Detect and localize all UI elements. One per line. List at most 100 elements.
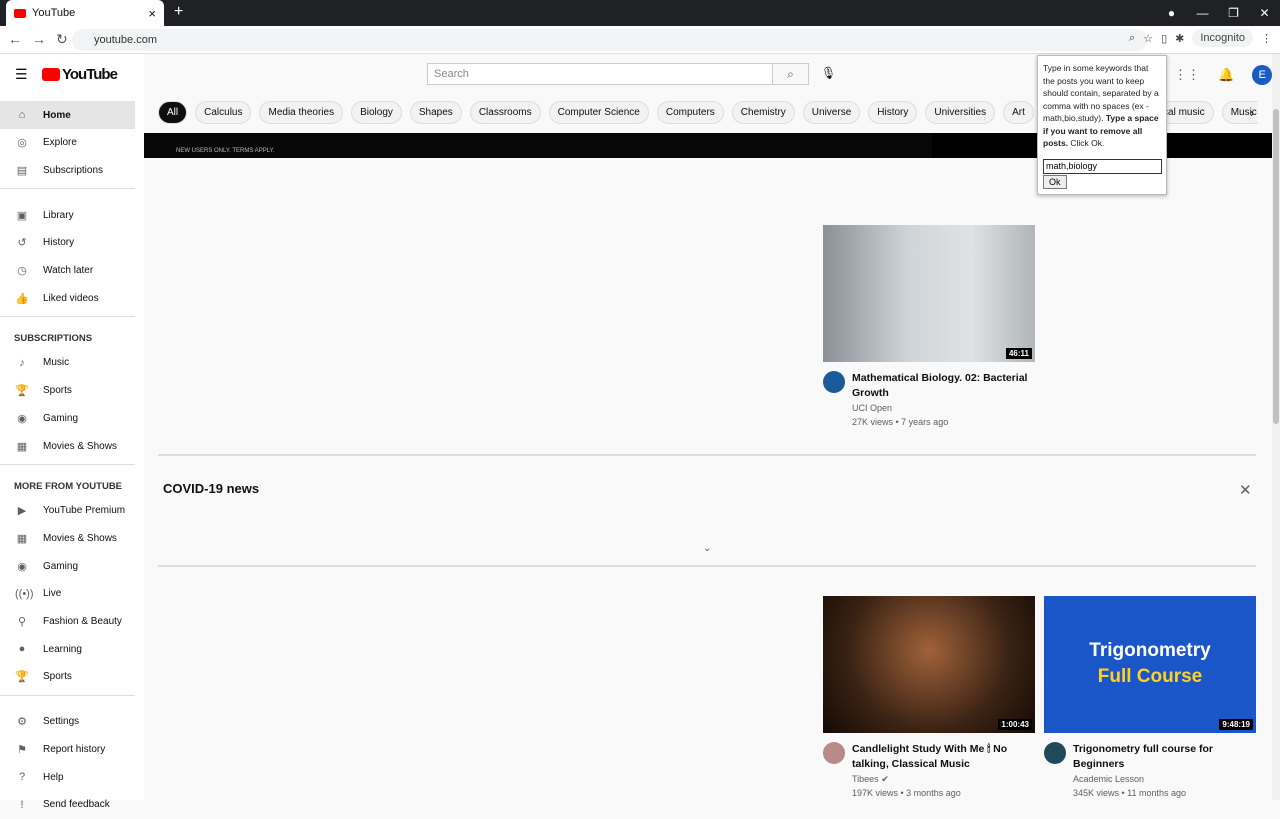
sidebar-item-learning[interactable]: ● Learning xyxy=(0,635,135,663)
video-thumbnail[interactable]: 1:00:43 xyxy=(823,596,1035,733)
close-icon[interactable]: ✕ xyxy=(1239,481,1252,499)
video-thumbnail[interactable]: Trigonometry Full Course 9:48:19 xyxy=(1044,596,1256,733)
profile-icon[interactable]: ● xyxy=(1156,0,1187,26)
search-button[interactable]: ⌕ xyxy=(772,63,809,85)
video-title[interactable]: Trigonometry full course for Beginners xyxy=(1073,742,1256,772)
sidebar-item-label: Watch later xyxy=(43,265,94,276)
bell-icon[interactable]: 🔔 xyxy=(1218,67,1234,83)
video-title[interactable]: Candlelight Study With Me 🕯 No talking, … xyxy=(852,742,1035,772)
sidebar-item-label: Library xyxy=(43,209,74,221)
chip-shapes[interactable]: Shapes xyxy=(409,101,462,124)
sidebar-item-watch-later[interactable]: ◷ Watch later xyxy=(0,257,135,285)
extension-icon[interactable]: ▯ xyxy=(1161,32,1167,45)
chip-chemistry[interactable]: Chemistry xyxy=(731,101,795,124)
duration-badge: 9:48:19 xyxy=(1219,719,1253,730)
chip-universities[interactable]: Universities xyxy=(925,101,996,124)
channel-name[interactable]: Tibees xyxy=(852,774,879,784)
sidebar-divider xyxy=(0,315,135,317)
channel-avatar[interactable] xyxy=(1044,742,1066,764)
divider xyxy=(158,565,1256,567)
sidebar-item-report-history[interactable]: ⚑ Report history xyxy=(0,735,135,763)
sidebar-item-subscriptions[interactable]: ▤ Subscriptions xyxy=(0,156,135,184)
sidebar-item-youtube-premium[interactable]: ▶ YouTube Premium xyxy=(0,497,135,525)
sidebar-item-sports[interactable]: 🏆 Sports xyxy=(0,663,135,691)
chip-art[interactable]: Art xyxy=(1003,101,1034,124)
video-card[interactable]: 1:00:43 Candlelight Study With Me 🕯 No t… xyxy=(823,596,1035,800)
browser-tab[interactable]: YouTube × xyxy=(6,0,164,26)
bulb-icon: ● xyxy=(18,643,26,656)
new-tab-button[interactable]: + xyxy=(174,3,183,21)
sidebar-item-music[interactable]: ♪ Music xyxy=(0,349,135,377)
ok-button[interactable]: Ok xyxy=(1043,174,1067,189)
chip-computer-science[interactable]: Computer Science xyxy=(548,101,649,124)
puzzle-icon[interactable]: ✱ xyxy=(1175,32,1184,45)
video-stats: 345K views • 11 months ago xyxy=(1073,788,1187,798)
chip-calculus[interactable]: Calculus xyxy=(195,101,252,124)
sidebar-item-movies-shows[interactable]: ▦ Movies & Shows xyxy=(0,524,135,552)
sidebar-item-label: Live xyxy=(43,588,62,600)
video-title[interactable]: Mathematical Biology. 02: Bacterial Grow… xyxy=(852,371,1035,401)
forward-button[interactable]: → xyxy=(32,31,46,48)
gaming-icon: ◉ xyxy=(17,412,27,425)
sidebar-item-gaming[interactable]: ◉ Gaming xyxy=(0,552,135,580)
channel-avatar[interactable] xyxy=(823,742,845,764)
close-window-button[interactable]: ✕ xyxy=(1249,0,1280,26)
channel-name[interactable]: Academic Lesson xyxy=(1073,772,1256,786)
video-thumbnail[interactable]: 46:11 xyxy=(823,225,1035,362)
url-input[interactable]: youtube.com xyxy=(72,29,1147,51)
chip-all[interactable]: All xyxy=(158,101,188,124)
sidebar-heading: SUBSCRIPTIONS xyxy=(14,332,93,344)
avatar[interactable]: E xyxy=(1252,65,1273,85)
menu-icon[interactable]: ⋮ xyxy=(1261,32,1272,45)
zoom-icon[interactable]: ⌕ xyxy=(1129,32,1135,45)
ad-banner[interactable]: NEW USERS ONLY. TERMS APPLY. xyxy=(144,133,932,158)
youtube-logo[interactable]: YouTube xyxy=(42,66,118,83)
trophy-icon: 🏆 xyxy=(15,671,29,684)
sidebar-item-live[interactable]: ((•)) Live xyxy=(0,580,135,608)
sidebar-item-history[interactable]: ↺ History xyxy=(0,229,135,257)
chip-universe[interactable]: Universe xyxy=(802,101,861,124)
back-button[interactable]: ← xyxy=(8,31,22,48)
sidebar-item-help[interactable]: ? Help xyxy=(0,763,135,791)
video-card[interactable]: Trigonometry Full Course 9:48:19 Trigonome… xyxy=(1044,596,1256,800)
hamburger-icon[interactable]: ☰ xyxy=(15,66,28,83)
minimize-button[interactable]: — xyxy=(1187,0,1218,26)
channel-name[interactable]: UCI Open xyxy=(852,401,1035,415)
clock-icon: ◷ xyxy=(17,265,27,277)
sidebar-item-fashion-beauty[interactable]: ⚲ Fashion & Beauty xyxy=(0,608,135,636)
tab-title: YouTube xyxy=(32,7,76,19)
scrollbar[interactable] xyxy=(1272,54,1280,800)
sidebar-item-settings[interactable]: ⚙ Settings xyxy=(0,708,135,736)
youtube-favicon-icon xyxy=(14,8,26,18)
video-card[interactable]: 46:11 Mathematical Biology. 02: Bacteria… xyxy=(823,225,1035,429)
chip-computers[interactable]: Computers xyxy=(656,101,724,124)
incognito-badge[interactable]: Incognito xyxy=(1192,29,1253,47)
close-tab-icon[interactable]: × xyxy=(148,6,156,21)
search-input[interactable]: Search xyxy=(427,63,773,85)
keywords-input[interactable] xyxy=(1043,158,1162,174)
sidebar-item-movies-shows[interactable]: ▦ Movies & Shows xyxy=(0,432,135,460)
sidebar-item-explore[interactable]: ◎ Explore xyxy=(0,129,135,157)
chip-classrooms[interactable]: Classrooms xyxy=(469,101,541,124)
sidebar-item-label: Liked videos xyxy=(43,292,99,304)
chip-media-theories[interactable]: Media theories xyxy=(259,101,344,124)
thumbs-up-icon: 👍 xyxy=(15,292,29,305)
star-icon[interactable]: ☆ xyxy=(1143,32,1153,45)
chevron-right-icon[interactable]: › xyxy=(1250,106,1254,120)
chevron-down-icon[interactable]: ⌄ xyxy=(703,543,711,554)
sidebar-item-home[interactable]: ⌂ Home xyxy=(0,101,135,129)
restore-button[interactable]: ❐ xyxy=(1218,0,1249,26)
microphone-icon[interactable]: 🎙 xyxy=(821,66,836,80)
apps-icon[interactable]: ⋮⋮ xyxy=(1174,67,1200,83)
sidebar-item-send-feedback[interactable]: ! Send feedback xyxy=(0,791,135,819)
sidebar-divider xyxy=(0,694,135,696)
chip-biology[interactable]: Biology xyxy=(351,101,402,124)
chip-history[interactable]: History xyxy=(868,101,918,124)
sidebar-item-library[interactable]: ▣ Library xyxy=(0,201,135,229)
sidebar-item-gaming[interactable]: ◉ Gaming xyxy=(0,404,135,432)
sidebar-item-liked-videos[interactable]: 👍 Liked videos xyxy=(0,284,135,312)
scrollbar-thumb[interactable] xyxy=(1273,109,1279,424)
channel-avatar[interactable] xyxy=(823,371,845,393)
reload-button[interactable]: ↻ xyxy=(56,31,68,48)
sidebar-item-sports[interactable]: 🏆 Sports xyxy=(0,377,135,405)
